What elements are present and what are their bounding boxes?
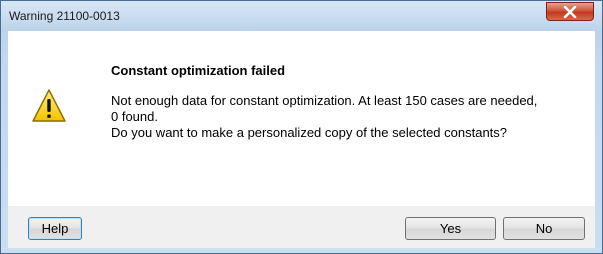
warning-icon <box>32 89 66 122</box>
dialog-message: Not enough data for constant optimizatio… <box>111 93 538 140</box>
help-button[interactable]: Help <box>28 217 82 240</box>
dialog-content: Constant optimization failed Not enough … <box>8 31 595 206</box>
button-bar: Help Yes No <box>8 206 595 248</box>
close-icon <box>563 5 577 18</box>
title-bar[interactable]: Warning 21100-0013 <box>1 1 602 31</box>
no-button[interactable]: No <box>503 217 585 240</box>
close-button[interactable] <box>546 2 594 21</box>
warning-dialog: Warning 21100-0013 Constant optimization… <box>0 0 603 254</box>
yes-button[interactable]: Yes <box>405 217 496 240</box>
window-title: Warning 21100-0013 <box>9 9 120 23</box>
dialog-heading: Constant optimization failed <box>111 63 286 78</box>
